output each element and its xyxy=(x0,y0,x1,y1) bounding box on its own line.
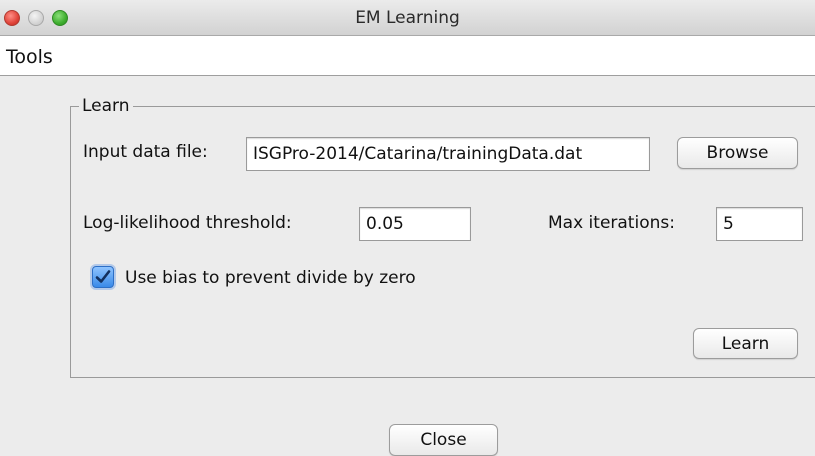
threshold-field[interactable] xyxy=(359,207,471,241)
bias-label[interactable]: Use bias to prevent divide by zero xyxy=(125,268,416,288)
window-title: EM Learning xyxy=(355,8,460,28)
learn-button[interactable]: Learn xyxy=(693,328,798,359)
menu-bar: Tools xyxy=(0,36,815,76)
input-file-label: Input data file: xyxy=(83,142,208,162)
max-iterations-label: Max iterations: xyxy=(548,213,675,233)
input-file-field[interactable] xyxy=(246,137,650,171)
learn-group-legend: Learn xyxy=(79,96,133,116)
max-iterations-field[interactable] xyxy=(716,207,803,241)
browse-button[interactable]: Browse xyxy=(677,137,798,169)
threshold-label: Log-likelihood threshold: xyxy=(83,213,292,233)
close-button[interactable]: Close xyxy=(389,424,498,456)
checkmark-icon xyxy=(95,270,111,283)
menu-tools[interactable]: Tools xyxy=(6,46,53,68)
title-bar: EM Learning xyxy=(0,0,815,36)
bias-checkbox[interactable] xyxy=(92,266,114,288)
